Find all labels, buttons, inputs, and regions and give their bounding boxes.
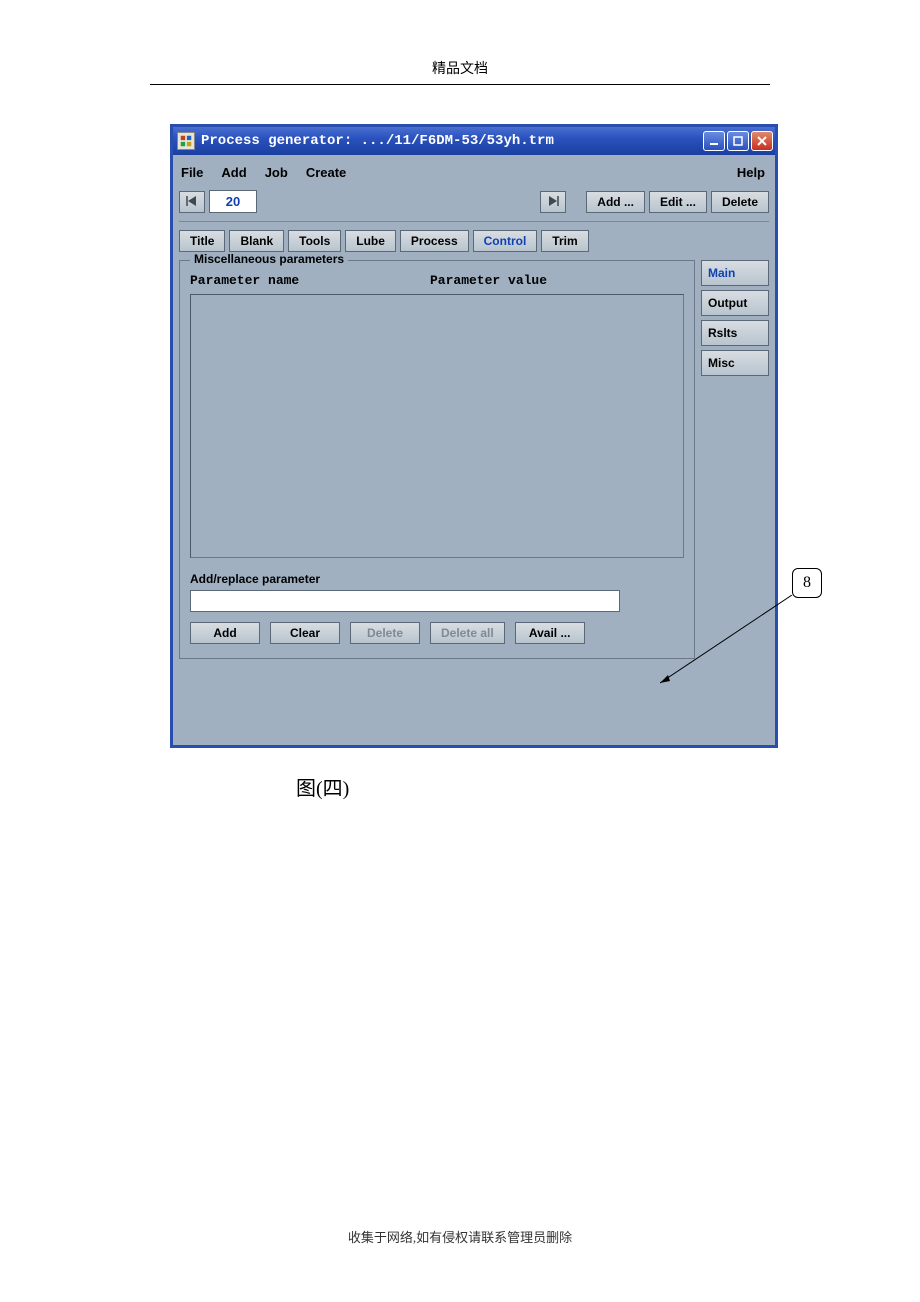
callout-number: 8 [803,574,811,592]
titlebar[interactable]: Process generator: .../11/F6DM-53/53yh.t… [173,127,775,155]
param-delete-all-button[interactable]: Delete all [430,622,505,644]
document-footer: 收集于网络,如有侵权请联系管理员删除 [0,1227,920,1246]
tab-lube[interactable]: Lube [345,230,396,252]
menu-help[interactable]: Help [737,165,765,180]
document-header-text: 精品文档 [432,62,488,77]
tab-tools[interactable]: Tools [288,230,341,252]
col-param-value: Parameter value [430,273,547,288]
menu-job[interactable]: Job [265,165,288,180]
document-header: 精品文档 [0,0,920,85]
menu-file[interactable]: File [181,165,203,180]
tab-title[interactable]: Title [179,230,225,252]
side-tab-misc[interactable]: Misc [701,350,769,376]
window-body: File Add Job Create Help 20 Add ... Edit… [173,155,775,745]
side-tabs: Main Output Rslts Misc [701,260,769,659]
add-button[interactable]: Add ... [586,191,645,213]
fieldset-legend: Miscellaneous parameters [190,252,348,266]
page-number-field[interactable]: 20 [209,190,257,213]
param-list[interactable] [190,294,684,558]
param-add-button[interactable]: Add [190,622,260,644]
callout-box: 8 [792,568,822,598]
content-row: Miscellaneous parameters Parameter name … [179,260,769,659]
minimize-button[interactable] [703,131,725,151]
next-button[interactable] [540,191,566,213]
tab-control[interactable]: Control [473,230,538,252]
delete-button[interactable]: Delete [711,191,769,213]
col-param-name: Parameter name [190,273,430,288]
side-tab-main[interactable]: Main [701,260,769,286]
param-headers: Parameter name Parameter value [190,273,684,288]
prev-button[interactable] [179,191,205,213]
tab-blank[interactable]: Blank [229,230,284,252]
param-avail-button[interactable]: Avail ... [515,622,585,644]
param-buttons-row: Add Clear Delete Delete all Avail ... [190,622,684,644]
menu-create[interactable]: Create [306,165,346,180]
header-rule [150,84,770,85]
toolbar: 20 Add ... Edit ... Delete [179,188,769,222]
edit-button[interactable]: Edit ... [649,191,707,213]
menu-add[interactable]: Add [221,165,246,180]
side-tab-rslts[interactable]: Rslts [701,320,769,346]
param-clear-button[interactable]: Clear [270,622,340,644]
tab-trim[interactable]: Trim [541,230,588,252]
tab-process[interactable]: Process [400,230,469,252]
figure-caption: 图(四) [296,772,349,801]
add-replace-input[interactable] [190,590,620,612]
close-button[interactable] [751,131,773,151]
add-replace-label: Add/replace parameter [190,572,684,586]
side-tab-output[interactable]: Output [701,290,769,316]
app-icon [177,132,195,150]
param-delete-button[interactable]: Delete [350,622,420,644]
app-window: Process generator: .../11/F6DM-53/53yh.t… [170,124,778,748]
window-controls [703,131,773,151]
menubar: File Add Job Create Help [179,161,769,188]
window-title: Process generator: .../11/F6DM-53/53yh.t… [201,133,703,149]
misc-params-fieldset: Miscellaneous parameters Parameter name … [179,260,695,659]
main-tabs: Title Blank Tools Lube Process Control T… [179,230,769,252]
arrow-left-icon [186,196,198,206]
arrow-right-icon [547,196,559,206]
maximize-button[interactable] [727,131,749,151]
